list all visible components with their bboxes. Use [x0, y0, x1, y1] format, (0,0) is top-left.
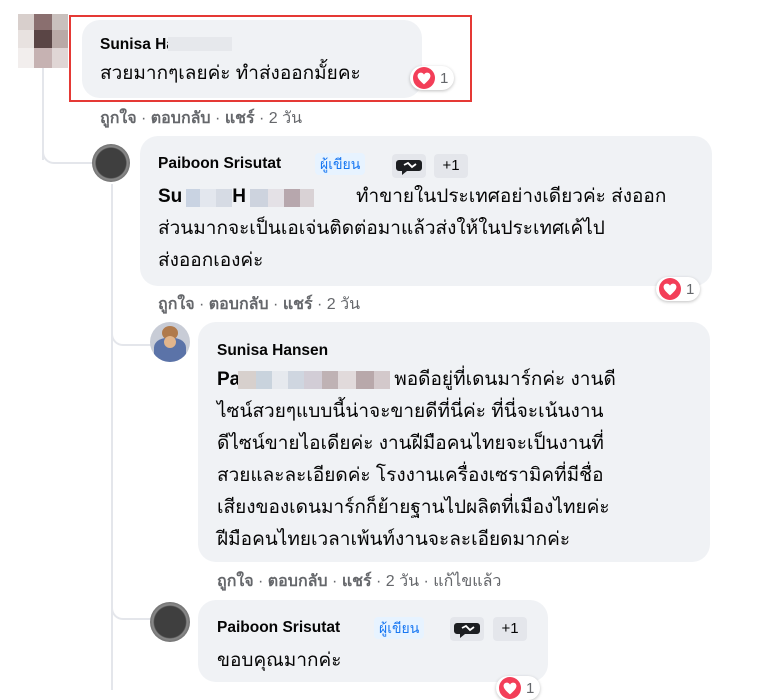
comment-author[interactable]: Paiboon Srisutat [217, 619, 340, 637]
comment-text: Su H ทำขายในประเทศอย่างเดียวค่ะ ส่งออก ส่ว… [158, 186, 667, 271]
share-button[interactable]: แชร์ [283, 296, 313, 313]
redaction-block [250, 189, 268, 207]
redaction-block [272, 371, 288, 389]
timestamp[interactable]: 2 วัน [269, 110, 302, 127]
redaction-block [256, 371, 272, 389]
comment-author[interactable]: Paiboon Srisutat [158, 155, 281, 173]
reply-button[interactable]: ตอบกลับ [209, 296, 269, 313]
author-badge: ผู้เขียน [315, 153, 366, 175]
reaction-count: 1 [686, 280, 695, 298]
avatar[interactable] [18, 14, 68, 68]
highlight-box [69, 15, 472, 102]
comment-actions: ถูกใจ · ตอบกลับ · แชร์ · 2 วัน [100, 110, 303, 127]
heart-reaction-icon [659, 278, 681, 300]
timestamp[interactable]: 2 วัน [327, 296, 360, 313]
like-button[interactable]: ถูกใจ [100, 110, 137, 127]
top-fan-icon[interactable] [392, 154, 426, 178]
mention-link[interactable]: Pa [217, 369, 240, 390]
reply-button[interactable]: ตอบกลับ [268, 573, 328, 590]
timestamp[interactable]: 2 วัน [386, 573, 419, 590]
top-fan-icon[interactable] [450, 617, 484, 641]
comment-text: ขอบคุณมากค่ะ [217, 650, 342, 671]
badge-count[interactable]: +1 [493, 617, 527, 641]
redaction-block [322, 371, 338, 389]
like-button[interactable]: ถูกใจ [158, 296, 195, 313]
redaction-block [216, 189, 232, 207]
mention-link[interactable]: Su [158, 186, 182, 207]
reaction-summary[interactable]: 1 [496, 676, 541, 700]
redaction-block [284, 189, 300, 207]
avatar[interactable] [150, 322, 190, 362]
comment-actions: ถูกใจ · ตอบกลับ · แชร์ · 2 วัน [158, 296, 361, 313]
share-button[interactable]: แชร์ [225, 110, 255, 127]
redaction-block [238, 371, 256, 389]
redaction-block [304, 371, 322, 389]
comment-author[interactable]: Sunisa Hansen [217, 342, 328, 360]
redaction-block [268, 189, 284, 207]
reply-button[interactable]: ตอบกลับ [151, 110, 211, 127]
like-button[interactable]: ถูกใจ [217, 573, 254, 590]
author-badge: ผู้เขียน [374, 617, 425, 639]
share-button[interactable]: แชร์ [342, 573, 372, 590]
redaction-block [300, 189, 314, 207]
reaction-count: 1 [526, 679, 535, 697]
avatar[interactable] [150, 602, 190, 642]
edited-label[interactable]: แก้ไขแล้ว [433, 573, 501, 590]
reaction-summary[interactable]: 1 [656, 277, 701, 301]
badge-count[interactable]: +1 [434, 154, 468, 178]
redaction-block [338, 371, 356, 389]
redaction-block [288, 371, 304, 389]
comment-actions: ถูกใจ · ตอบกลับ · แชร์ · 2 วัน · แก้ไขแล… [217, 573, 502, 590]
redaction-block [200, 189, 216, 207]
redaction-block [186, 189, 200, 207]
redaction-block [374, 371, 390, 389]
heart-reaction-icon [499, 677, 521, 699]
comment-text: Pa พอดีอยู่ที่เดนมาร์กค่ะ งานดี ไซน์สวยๆแ… [217, 369, 616, 550]
redaction-block [356, 371, 374, 389]
avatar[interactable] [92, 144, 130, 182]
